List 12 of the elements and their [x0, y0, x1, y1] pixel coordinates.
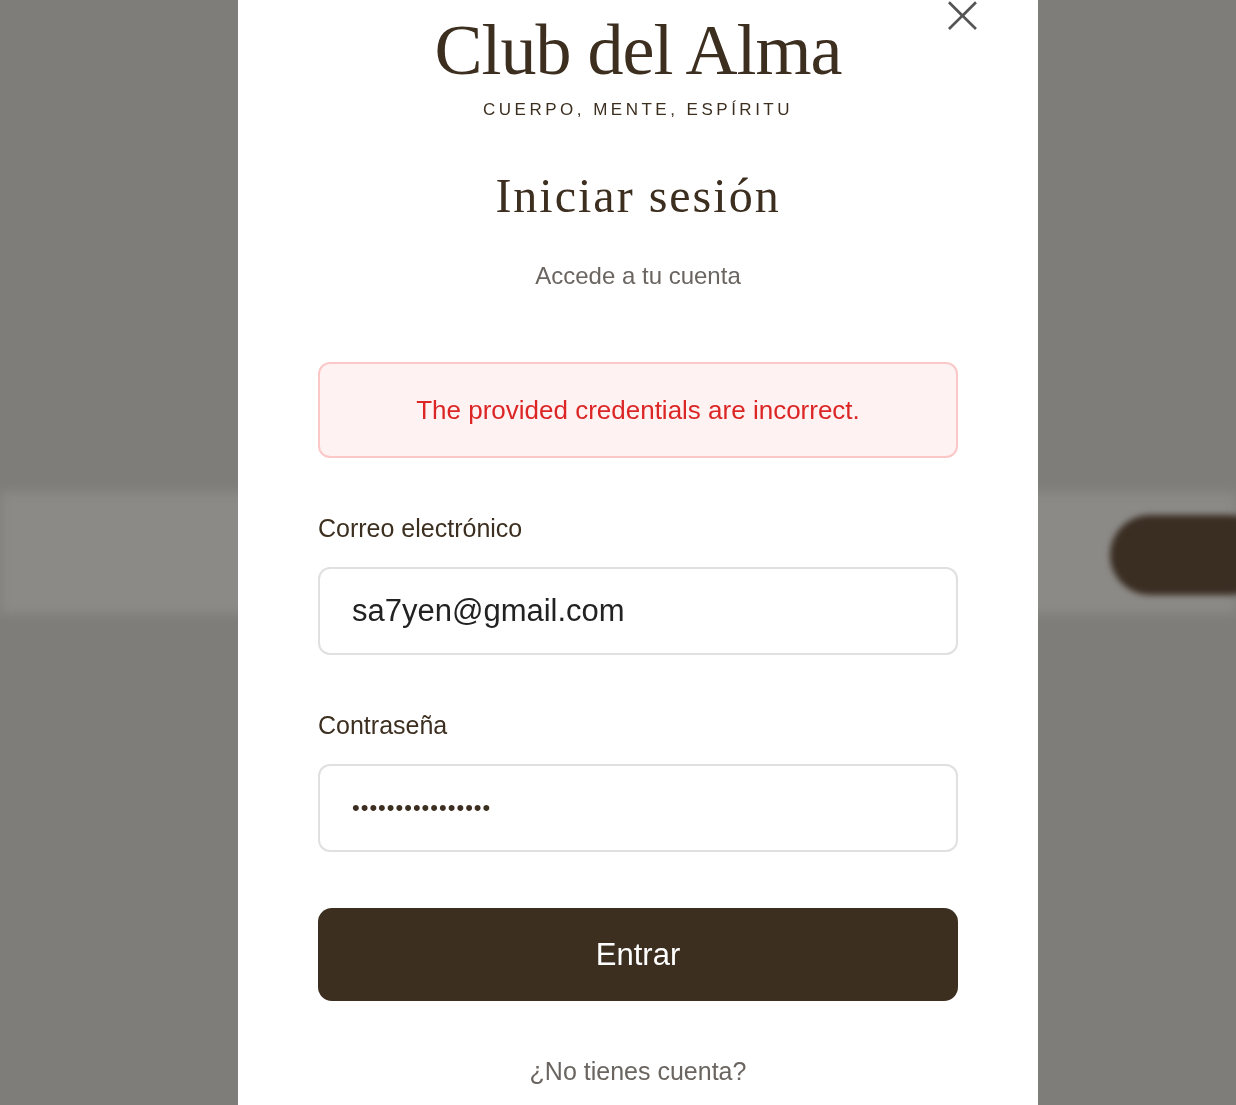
field-label: Contraseña	[318, 711, 448, 740]
email-field[interactable]: sa7yen@gmail.com	[318, 567, 958, 655]
close-button[interactable]: ×	[939, 0, 986, 42]
brand-name: Club del Alma	[434, 14, 842, 86]
password-field[interactable]: ••••••••••••••••	[318, 764, 958, 852]
dialog-subtitle: Accede a tu cuenta	[535, 262, 741, 290]
error-message: The provided credentials are incorrect.	[318, 362, 958, 458]
signup-link[interactable]: ¿No tienes cuenta?	[529, 1057, 747, 1086]
brand-tagline: CUERPO, MENTE, ESPÍRITU	[483, 100, 793, 120]
submit-button[interactable]: Entrar	[318, 908, 958, 1001]
dialog-title: Iniciar sesión	[495, 172, 781, 220]
field-label: Correo electrónico	[318, 514, 523, 543]
